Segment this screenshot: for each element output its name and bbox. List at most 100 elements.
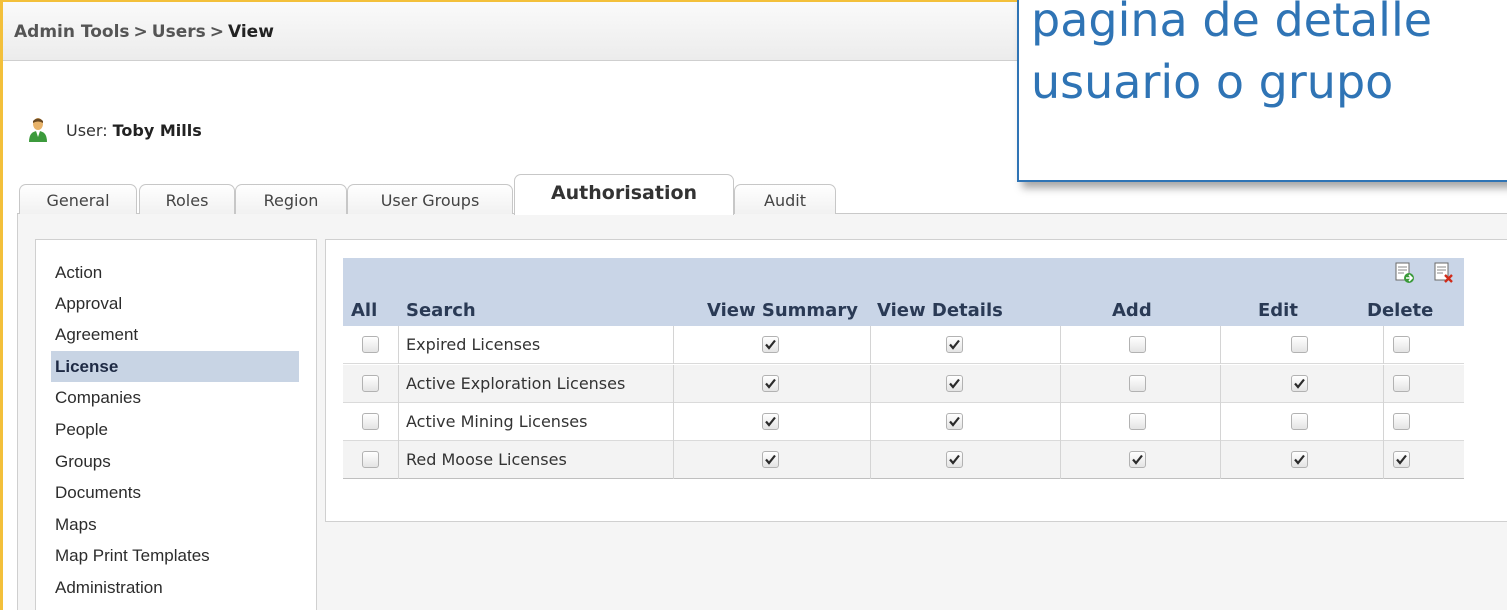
checkbox-view-details[interactable] bbox=[946, 375, 963, 392]
cell-divider bbox=[1220, 441, 1221, 479]
cell-divider bbox=[398, 326, 399, 364]
cell-divider bbox=[870, 365, 871, 403]
breadcrumb-users[interactable]: Users bbox=[152, 22, 206, 42]
cell-divider bbox=[870, 403, 871, 441]
checkbox-add[interactable] bbox=[1129, 451, 1146, 468]
column-add: Add bbox=[1112, 300, 1152, 321]
column-view-summary: View Summary bbox=[707, 300, 858, 321]
breadcrumb-separator: > bbox=[133, 22, 148, 42]
checkbox-view-details[interactable] bbox=[946, 413, 963, 430]
checkbox-view-summary[interactable] bbox=[762, 375, 779, 392]
checkbox-edit[interactable] bbox=[1291, 413, 1308, 430]
cell-divider bbox=[1383, 365, 1384, 403]
row-search-label: Red Moose Licenses bbox=[406, 450, 567, 469]
category-maps[interactable]: Maps bbox=[51, 509, 299, 540]
checkbox-delete[interactable] bbox=[1393, 336, 1410, 353]
cell-divider bbox=[673, 365, 674, 403]
tab-label: Audit bbox=[764, 191, 806, 210]
checkbox-all[interactable] bbox=[362, 336, 379, 353]
cell-divider bbox=[1220, 365, 1221, 403]
category-groups[interactable]: Groups bbox=[51, 446, 299, 477]
checkbox-view-summary[interactable] bbox=[762, 336, 779, 353]
category-approval[interactable]: Approval bbox=[51, 288, 299, 319]
user-header: User: Toby Mills bbox=[28, 117, 202, 143]
column-all[interactable]: All bbox=[351, 300, 377, 321]
user-name: Toby Mills bbox=[112, 120, 202, 140]
category-documents[interactable]: Documents bbox=[51, 477, 299, 508]
cell-divider bbox=[1060, 441, 1061, 479]
breadcrumb-view: View bbox=[228, 22, 274, 42]
callout-line: pagina de detalle bbox=[1031, 0, 1433, 47]
category-map-print-templates[interactable]: Map Print Templates bbox=[51, 540, 299, 571]
table-row: Active Exploration Licenses bbox=[343, 365, 1464, 403]
cell-divider bbox=[1060, 365, 1061, 403]
tab-general[interactable]: General bbox=[19, 184, 137, 214]
breadcrumb-separator: > bbox=[209, 22, 224, 42]
breadcrumb-admin-tools[interactable]: Admin Tools bbox=[14, 22, 130, 42]
callout-text: pagina de detalle usuario o grupo bbox=[1031, 0, 1432, 113]
breadcrumb: Admin Tools > Users > View bbox=[14, 22, 274, 42]
checkbox-edit[interactable] bbox=[1291, 451, 1308, 468]
cell-divider bbox=[673, 403, 674, 441]
tab-roles[interactable]: Roles bbox=[139, 184, 235, 214]
checkbox-all[interactable] bbox=[362, 413, 379, 430]
table-row: Active Mining Licenses bbox=[343, 403, 1464, 441]
row-search-label: Active Mining Licenses bbox=[406, 412, 588, 431]
checkbox-edit[interactable] bbox=[1291, 375, 1308, 392]
category-action[interactable]: Action bbox=[51, 257, 299, 288]
checkbox-add[interactable] bbox=[1129, 336, 1146, 353]
annotation-callout: pagina de detalle usuario o grupo bbox=[1017, 0, 1507, 182]
column-delete: Delete bbox=[1367, 300, 1434, 321]
cell-divider bbox=[1060, 326, 1061, 364]
column-edit: Edit bbox=[1258, 300, 1298, 321]
cell-divider bbox=[1220, 403, 1221, 441]
checkbox-all[interactable] bbox=[362, 451, 379, 468]
checkbox-delete[interactable] bbox=[1393, 451, 1410, 468]
checkbox-view-summary[interactable] bbox=[762, 413, 779, 430]
tab-audit[interactable]: Audit bbox=[734, 184, 836, 214]
cell-divider bbox=[870, 326, 871, 364]
tab-label: General bbox=[46, 191, 110, 210]
user-icon bbox=[29, 118, 47, 142]
tab-label: Authorisation bbox=[550, 182, 698, 204]
row-search-label: Expired Licenses bbox=[406, 335, 541, 354]
checkbox-view-summary[interactable] bbox=[762, 451, 779, 468]
tab-region[interactable]: Region bbox=[235, 184, 347, 214]
checkbox-add[interactable] bbox=[1129, 375, 1146, 392]
cell-divider bbox=[1220, 326, 1221, 364]
category-license[interactable]: License bbox=[51, 351, 299, 382]
tab-label: Roles bbox=[165, 191, 209, 210]
tab-label: Region bbox=[263, 191, 319, 210]
cell-divider bbox=[398, 441, 399, 479]
category-people[interactable]: People bbox=[51, 414, 299, 445]
cell-divider bbox=[870, 441, 871, 479]
checkbox-view-details[interactable] bbox=[946, 451, 963, 468]
row-search-label: Active Exploration Licenses bbox=[406, 374, 626, 393]
cell-divider bbox=[1060, 403, 1061, 441]
checkbox-delete[interactable] bbox=[1393, 413, 1410, 430]
checkbox-all[interactable] bbox=[362, 375, 379, 392]
category-agreement[interactable]: Agreement bbox=[51, 319, 299, 350]
cell-divider bbox=[1383, 403, 1384, 441]
category-companies[interactable]: Companies bbox=[51, 382, 299, 413]
user-label: User: bbox=[66, 120, 108, 140]
cell-divider bbox=[1383, 441, 1384, 479]
column-search: Search bbox=[406, 300, 476, 321]
table-row: Expired Licenses bbox=[343, 326, 1464, 364]
cell-divider bbox=[398, 403, 399, 441]
category-administration[interactable]: Administration bbox=[51, 572, 299, 603]
checkbox-edit[interactable] bbox=[1291, 336, 1308, 353]
delete-icon[interactable] bbox=[1433, 262, 1453, 284]
callout-line: usuario o grupo bbox=[1031, 55, 1394, 109]
cell-divider bbox=[673, 441, 674, 479]
category-list: Action Approval Agreement License Compan… bbox=[35, 239, 317, 610]
tab-user-groups[interactable]: User Groups bbox=[347, 184, 513, 214]
cell-divider bbox=[398, 365, 399, 403]
export-icon[interactable] bbox=[1394, 262, 1414, 284]
checkbox-view-details[interactable] bbox=[946, 336, 963, 353]
column-view-details: View Details bbox=[877, 300, 1003, 321]
tab-label: User Groups bbox=[380, 191, 480, 210]
tab-authorisation[interactable]: Authorisation bbox=[514, 174, 734, 215]
checkbox-add[interactable] bbox=[1129, 413, 1146, 430]
checkbox-delete[interactable] bbox=[1393, 375, 1410, 392]
